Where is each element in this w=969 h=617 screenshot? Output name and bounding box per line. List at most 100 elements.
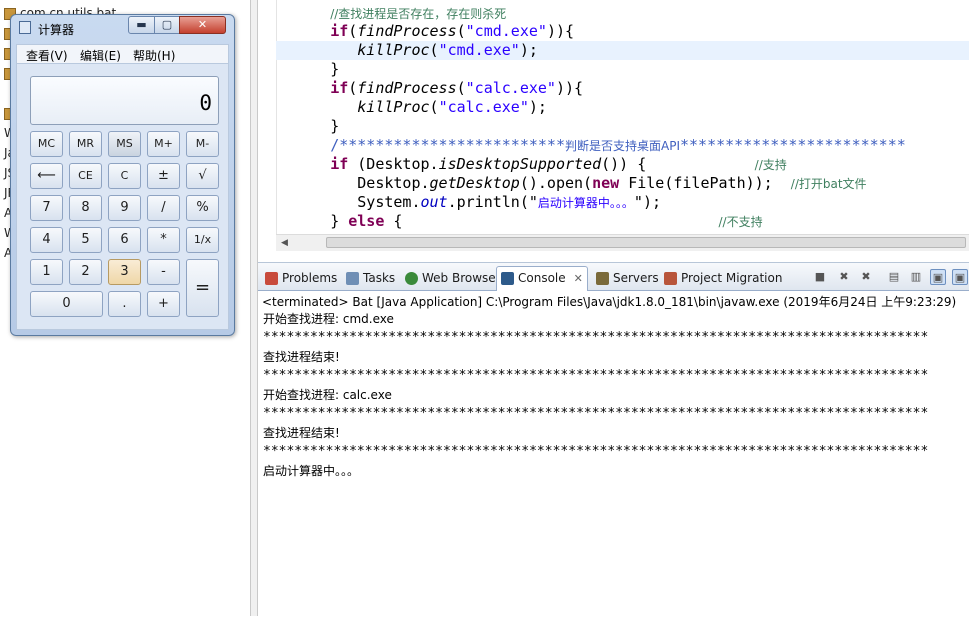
tab-web-browser[interactable]: Web Browser	[401, 267, 505, 289]
calculator-menu-bar: 查看(V) 编辑(E) 帮助(H)	[16, 44, 229, 64]
code-line[interactable]: if(findProcess("calc.exe")){	[276, 79, 583, 98]
console-line: 启动计算器中。。。	[263, 464, 360, 478]
code-token: ().open(	[519, 174, 593, 192]
reciprocal-button[interactable]: 1/x	[186, 227, 219, 253]
code-line[interactable]: if(findProcess("cmd.exe")){	[276, 22, 574, 41]
clear-entry-button[interactable]: CE	[69, 163, 102, 189]
digit-4-button[interactable]: 4	[30, 227, 63, 253]
code-line[interactable]: }	[276, 117, 339, 136]
code-line[interactable]: Desktop.getDesktop().open(new File(fileP…	[276, 174, 867, 193]
tab-console[interactable]: Console ✕	[496, 266, 588, 291]
subtract-button[interactable]: -	[147, 259, 180, 285]
code-token: (	[429, 41, 439, 59]
divide-button[interactable]: /	[147, 195, 180, 221]
backspace-button[interactable]: ⟵	[30, 163, 63, 189]
code-line[interactable]: killProc("cmd.exe");	[276, 41, 969, 60]
digit-7-button[interactable]: 7	[30, 195, 63, 221]
digit-6-button[interactable]: 6	[108, 227, 141, 253]
memory-subtract-button[interactable]: M-	[186, 131, 219, 157]
calculator-app-icon[interactable]	[19, 21, 31, 34]
digit-3-button[interactable]: 3	[108, 259, 141, 285]
window-title: 计算器	[38, 23, 75, 37]
add-button[interactable]: +	[147, 291, 180, 317]
multiply-button[interactable]: *	[147, 227, 180, 253]
tab-project-migration[interactable]: Project Migration	[660, 267, 786, 289]
code-token: (	[429, 98, 439, 116]
digit-9-button[interactable]: 9	[108, 195, 141, 221]
memory-store-button[interactable]: MS	[108, 131, 141, 157]
clear-console-icon[interactable]: ▤	[886, 269, 902, 285]
editor-gutter[interactable]	[258, 0, 277, 234]
code-token: //查找进程是否存在，存在则杀死	[330, 7, 507, 21]
code-token: {	[384, 212, 719, 230]
negate-button[interactable]: ±	[147, 163, 180, 189]
tab-tasks[interactable]: Tasks	[342, 267, 399, 289]
tab-servers[interactable]: Servers	[592, 267, 663, 289]
code-token: (	[456, 22, 466, 40]
remove-launch-icon[interactable]: ✖	[836, 269, 852, 285]
menu-help[interactable]: 帮助(H)	[133, 47, 175, 64]
code-line[interactable]: } else { //不支持	[276, 212, 762, 231]
project-migration-icon	[664, 272, 677, 285]
memory-recall-button[interactable]: MR	[69, 131, 102, 157]
code-token: getDesktop	[429, 174, 520, 192]
maximize-button[interactable]: ▢	[154, 16, 180, 34]
code-line[interactable]: //查找进程是否存在，存在则杀死	[276, 4, 506, 23]
code-token: isDesktopSupported	[438, 155, 602, 173]
console-line: ****************************************…	[263, 368, 929, 383]
scroll-left-icon[interactable]: ◀	[276, 235, 293, 251]
code-token: //打开bat文件	[790, 177, 867, 191]
servers-icon	[596, 272, 609, 285]
remove-all-terminated-icon[interactable]: ✖	[858, 269, 874, 285]
square-root-button[interactable]: √	[186, 163, 219, 189]
editor-horizontal-scrollbar[interactable]: ◀	[276, 234, 969, 251]
terminate-icon[interactable]: ■	[812, 269, 828, 285]
digit-1-button[interactable]: 1	[30, 259, 63, 285]
minimize-button[interactable]: ▬	[128, 16, 155, 34]
calculator-title-bar[interactable]: 计算器 ▬ ▢ ✕	[11, 15, 234, 41]
pane-splitter[interactable]	[250, 0, 258, 616]
code-token: }	[330, 212, 349, 230]
clear-button[interactable]: C	[108, 163, 141, 189]
close-button[interactable]: ✕	[179, 16, 226, 34]
code-line[interactable]: }	[276, 60, 339, 79]
close-tab-icon[interactable]: ✕	[574, 268, 583, 290]
code-token: "cmd.exe"	[465, 22, 547, 40]
code-token: (	[348, 22, 358, 40]
menu-edit[interactable]: 编辑(E)	[80, 47, 121, 64]
editor-text-area[interactable]: //查找进程是否存在，存在则杀死 if(findProcess("cmd.exe…	[276, 0, 969, 234]
code-line[interactable]: killProc("calc.exe");	[276, 98, 547, 117]
code-line[interactable]: if (Desktop.isDesktopSupported()) { //支持	[276, 155, 787, 174]
scrollbar-thumb[interactable]	[326, 237, 966, 248]
decimal-point-button[interactable]: .	[108, 291, 141, 317]
menu-view[interactable]: 查看(V)	[26, 47, 68, 64]
console-line: ****************************************…	[263, 406, 929, 421]
digit-0-button[interactable]: 0	[30, 291, 103, 317]
scroll-lock-icon[interactable]: ▥	[908, 269, 924, 285]
code-line[interactable]: System.out.println("启动计算器中。。。");	[276, 193, 661, 212]
digit-5-button[interactable]: 5	[69, 227, 102, 253]
percent-button[interactable]: %	[186, 195, 219, 221]
show-console-on-output-icon[interactable]: ▣	[930, 269, 946, 285]
code-token: if	[330, 22, 349, 40]
memory-add-button[interactable]: M+	[147, 131, 180, 157]
code-token: //支持	[754, 158, 787, 172]
equals-button[interactable]: =	[186, 259, 219, 317]
digit-8-button[interactable]: 8	[69, 195, 102, 221]
code-line[interactable]: /*************************判断是否支持桌面API***…	[276, 136, 906, 155]
console-line: ****************************************…	[263, 444, 929, 459]
code-token: 判断是否支持桌面API	[565, 139, 680, 153]
console-line: 查找进程结束!	[263, 350, 340, 364]
show-console-on-error-icon[interactable]: ▣	[952, 269, 968, 285]
tab-problems[interactable]: Problems	[261, 267, 341, 289]
code-editor[interactable]: //查找进程是否存在，存在则杀死 if(findProcess("cmd.exe…	[258, 0, 969, 252]
memory-clear-button[interactable]: MC	[30, 131, 63, 157]
digit-2-button[interactable]: 2	[69, 259, 102, 285]
calculator-window[interactable]: 计算器 ▬ ▢ ✕ 查看(V) 编辑(E) 帮助(H) 0 MC MR MS M…	[10, 14, 235, 336]
code-token: .println("	[447, 193, 538, 211]
